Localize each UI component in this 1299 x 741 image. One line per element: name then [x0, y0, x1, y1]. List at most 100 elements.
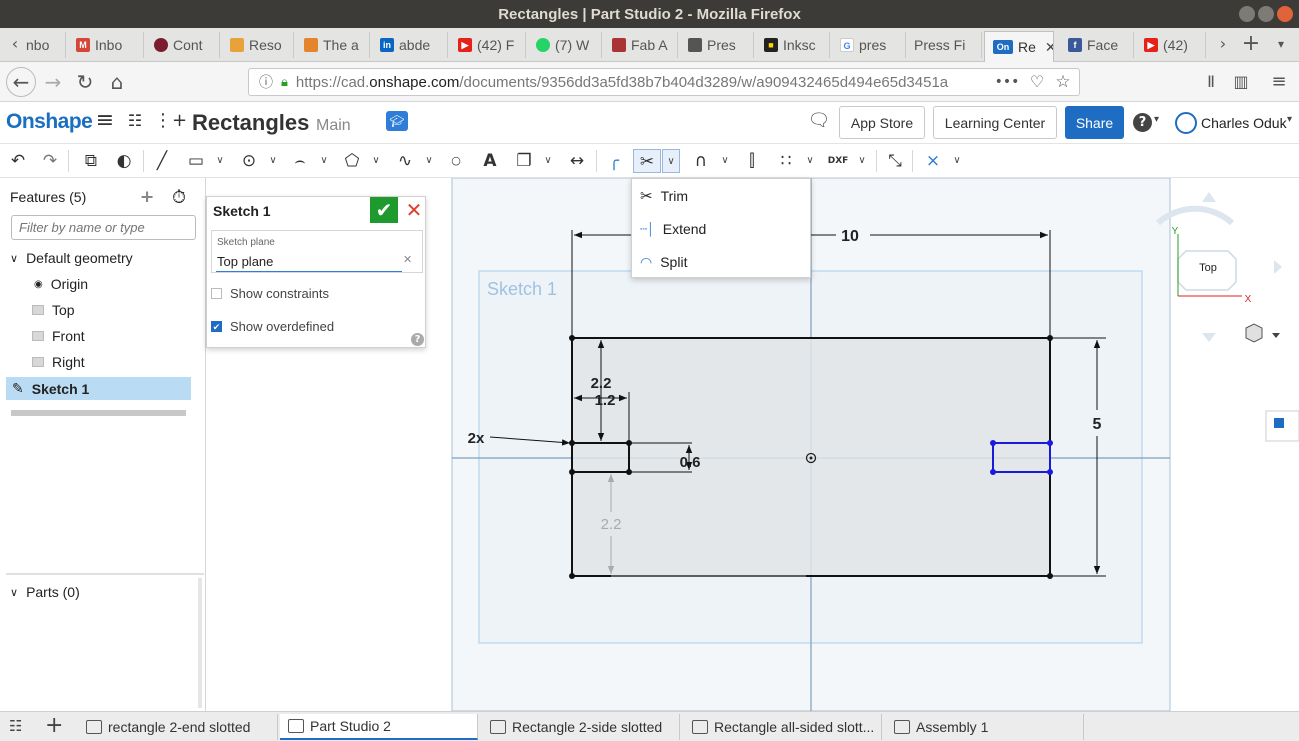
add-element-icon[interactable]: ⋮+ [154, 108, 187, 134]
browser-tab[interactable]: f Face [1060, 32, 1134, 58]
trim-chevron-down-icon[interactable]: ∨ [662, 149, 680, 173]
feature-item-top[interactable]: Top [32, 302, 75, 318]
avatar[interactable] [1175, 112, 1197, 134]
show-overdefined-option[interactable]: ✔ Show overdefined [211, 319, 334, 334]
undo-icon[interactable]: ↶ [8, 149, 28, 173]
help-icon[interactable]: ? [1133, 113, 1152, 132]
show-constraints-checkbox[interactable] [211, 288, 222, 299]
info-icon[interactable]: ⓘ [259, 72, 273, 92]
tab-rectangle-all-sided-slotted[interactable]: Rectangle all-sided slott... [684, 714, 882, 740]
spline-tool-icon[interactable]: ∿ [394, 149, 416, 173]
scrollbar[interactable] [198, 578, 202, 708]
insert-image-icon[interactable]: ↔ [566, 149, 588, 173]
circle-chevron-down-icon[interactable]: ∨ [267, 149, 279, 173]
back-arrow-icon[interactable]: ← [6, 67, 36, 97]
feature-item-sketch-1[interactable]: ✎ Sketch 1 [6, 377, 191, 400]
construction-icon[interactable]: ❐ [513, 149, 535, 173]
rectangle-tool-icon[interactable]: ▭ [185, 149, 207, 173]
bookmark-star-icon[interactable]: ☆ [1050, 69, 1076, 95]
page-actions-button[interactable]: ••• [994, 69, 1020, 95]
redo-icon[interactable]: ↷ [40, 149, 60, 173]
default-geometry-group[interactable]: ∨ Default geometry [10, 250, 133, 266]
user-name[interactable]: Charles Oduk [1201, 115, 1287, 131]
tab-part-studio-2[interactable]: Part Studio 2 [280, 714, 478, 740]
add-tab-icon[interactable]: + [45, 713, 63, 738]
forward-arrow-icon[interactable]: → [40, 69, 66, 95]
rollback-timer-icon[interactable]: ⏱︎ [172, 187, 186, 208]
tab-list-chevron-down-icon[interactable]: ▾ [1268, 31, 1294, 57]
home-icon[interactable]: ⌂ [104, 69, 130, 95]
arc-chevron-down-icon[interactable]: ∨ [318, 149, 330, 173]
comments-icon[interactable]: 🗨︎ [806, 108, 832, 134]
document-name[interactable]: Rectangles [192, 110, 309, 136]
minimize-button[interactable] [1239, 6, 1255, 22]
user-chevron-down-icon[interactable]: ▾ [1287, 114, 1292, 125]
help-icon[interactable]: ? [411, 333, 424, 346]
tab-rectangle-2-end-slotted[interactable]: rectangle 2-end slotted [78, 714, 278, 740]
point-tool-icon[interactable]: ○ [448, 149, 464, 173]
menu-item-split[interactable]: ◠ Split [640, 250, 687, 274]
browser-tab[interactable]: Press Fi [906, 32, 982, 58]
tab-assembly-1[interactable]: Assembly 1 [886, 714, 1084, 740]
close-tab-icon[interactable]: ✕ [1045, 39, 1053, 56]
constraint-chevron-down-icon[interactable]: ∨ [951, 149, 963, 173]
menu-item-extend[interactable]: ┄│ Extend [640, 217, 706, 241]
chevron-down-icon[interactable]: ∨ [10, 586, 18, 599]
maximize-button[interactable] [1258, 6, 1274, 22]
browser-tab-active[interactable]: On Re ✕ [984, 31, 1054, 62]
show-overdefined-checkbox[interactable]: ✔ [211, 321, 222, 332]
browser-tab[interactable]: Cont [146, 32, 220, 58]
show-constraints-option[interactable]: Show constraints [211, 286, 329, 301]
browser-tab[interactable]: The a [296, 32, 370, 58]
pocket-icon[interactable]: ♡ [1024, 69, 1050, 95]
browser-tab[interactable]: Fab A [604, 32, 678, 58]
help-chevron-down-icon[interactable]: ▾ [1154, 114, 1159, 125]
browser-tab[interactable]: ■ Inksc [756, 32, 830, 58]
hamburger-menu-icon[interactable]: ≡ [1266, 69, 1292, 95]
spline-chevron-down-icon[interactable]: ∨ [423, 149, 435, 173]
dimension-tool-icon[interactable]: ⤡ [884, 149, 906, 173]
polygon-chevron-down-icon[interactable]: ∨ [370, 149, 382, 173]
rollback-bar[interactable] [11, 410, 186, 416]
document-menu-icon[interactable]: ≡ [92, 108, 118, 134]
feature-filter-input[interactable] [11, 215, 196, 240]
menu-item-trim[interactable]: ✂ Trim [640, 184, 688, 208]
mirror-tool-icon[interactable]: ⫿ [741, 149, 763, 173]
parts-group[interactable]: ∨ Parts (0) [10, 584, 80, 600]
browser-tab[interactable]: G pres [832, 32, 906, 58]
line-tool-icon[interactable]: ╱ [151, 149, 173, 173]
fillet-tool-icon[interactable]: ╭ [603, 149, 625, 173]
rectangle-chevron-down-icon[interactable]: ∨ [214, 149, 226, 173]
circle-tool-icon[interactable]: ⊙ [238, 149, 260, 173]
browser-tab[interactable]: Pres [680, 32, 754, 58]
browser-tab[interactable]: in abde [372, 32, 448, 58]
arc-tool-icon[interactable]: ⌢ [289, 149, 311, 173]
use-projection-icon[interactable]: ◐ [113, 149, 135, 173]
browser-tab[interactable]: nbo [18, 32, 66, 58]
browser-tab[interactable]: ▶ (42) [1136, 32, 1206, 58]
trim-tool-icon[interactable]: ✂ [633, 149, 661, 173]
library-icon[interactable]: Ⅱ [1198, 69, 1224, 95]
accept-check-icon[interactable]: ✔ [370, 197, 398, 223]
panel-divider[interactable] [6, 573, 204, 575]
feature-item-right[interactable]: Right [32, 354, 85, 370]
browser-tab[interactable]: ▶ (42) F [450, 32, 526, 58]
chevron-down-icon[interactable]: ∨ [10, 252, 18, 265]
dxf-import-icon[interactable]: DXF [827, 149, 849, 173]
offset-tool-icon[interactable]: ∩ [690, 149, 712, 173]
browser-tab[interactable]: (7) W [528, 32, 602, 58]
polygon-tool-icon[interactable]: ⬠ [341, 149, 363, 173]
new-tab-icon[interactable]: + [1238, 31, 1264, 57]
feature-item-origin[interactable]: ◉ Origin [34, 276, 88, 292]
view-options-cube-icon[interactable] [1245, 323, 1280, 343]
add-folder-icon[interactable]: ➕︎ [141, 189, 153, 207]
reload-icon[interactable]: ↻ [72, 69, 98, 95]
text-tool-icon[interactable]: A [479, 149, 501, 173]
tab-rectangle-2-side-slotted[interactable]: Rectangle 2-side slotted [482, 714, 680, 740]
tabs-scroll-right-icon[interactable]: › [1210, 31, 1236, 57]
sidebar-icon[interactable]: ▥ [1228, 69, 1254, 95]
offset-chevron-down-icon[interactable]: ∨ [719, 149, 731, 173]
view-cube[interactable]: Top Y X [1155, 192, 1282, 342]
sketch-plane-field[interactable]: Sketch plane Top plane ✕ [211, 230, 423, 273]
dxf-chevron-down-icon[interactable]: ∨ [856, 149, 868, 173]
